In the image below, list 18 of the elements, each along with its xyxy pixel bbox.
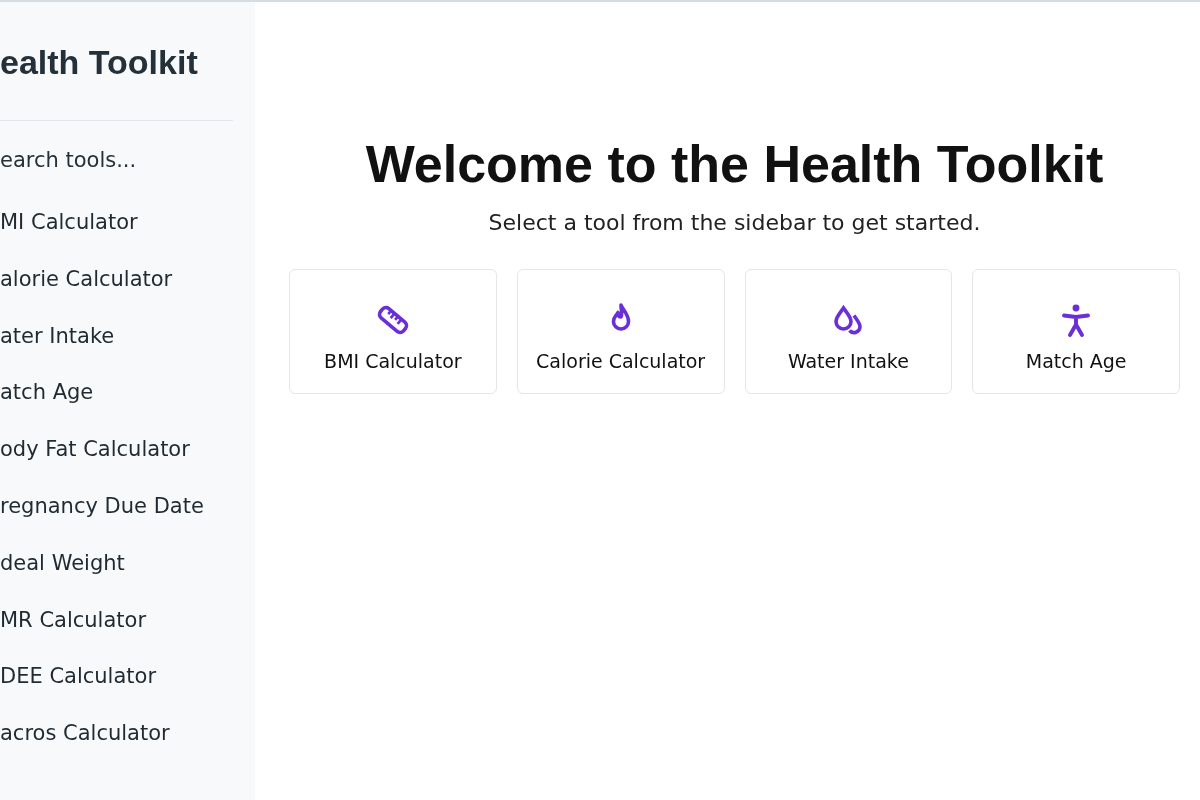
sidebar-item[interactable]: atch Age <box>0 377 255 408</box>
sidebar-item[interactable]: ater Intake <box>0 320 255 351</box>
sidebar-item[interactable]: acros Calculator <box>0 718 255 749</box>
sidebar-item[interactable]: MI Calculator <box>0 207 255 237</box>
sidebar-item[interactable]: DEE Calculator <box>0 661 255 692</box>
sidebar-item[interactable]: deal Weight <box>0 547 255 578</box>
tool-card[interactable]: Water Intake <box>744 269 953 394</box>
sidebar-item[interactable]: regnancy Due Date <box>0 491 255 521</box>
search-field[interactable]: earch tools... <box>0 145 230 175</box>
app-title: ealth Toolkit <box>0 42 199 83</box>
welcome-heading: Welcome to the Health Toolkit <box>365 134 1104 195</box>
welcome-subtitle: Select a tool from the sidebar to get started. <box>488 210 981 235</box>
sidebar-item[interactable]: ody Fat Calculator <box>0 434 255 465</box>
tool-card[interactable]: Match Age <box>972 269 1180 394</box>
sidebar-item[interactable]: MR Calculator <box>0 604 255 635</box>
tool-card[interactable]: BMI Calculator <box>289 269 497 394</box>
sidebar-item[interactable]: alorie Calculator <box>0 263 255 294</box>
tool-card[interactable]: Calorie Calculator <box>516 269 725 394</box>
